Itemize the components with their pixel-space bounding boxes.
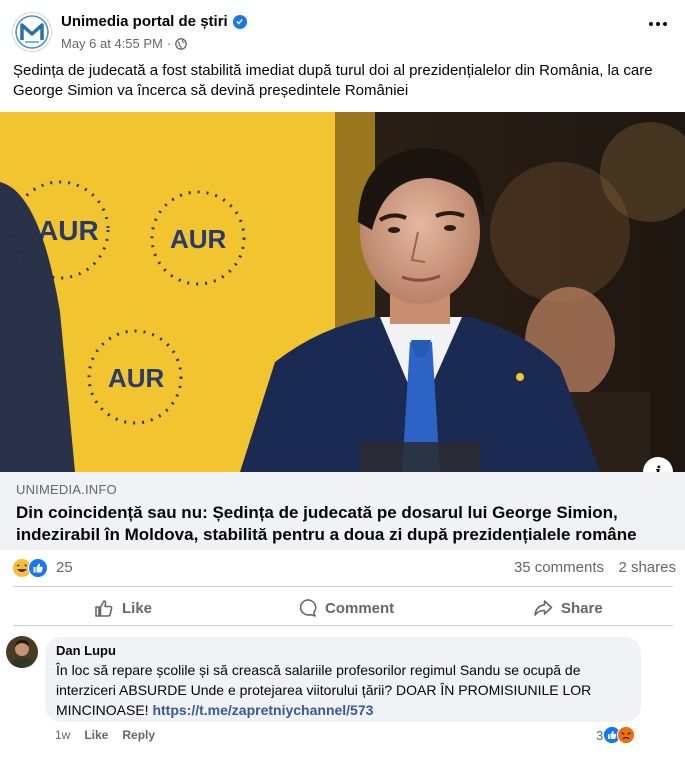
comment-like-button[interactable]: Like: [84, 728, 108, 742]
page-name-text[interactable]: Unimedia portal de știri: [61, 13, 228, 30]
page-avatar[interactable]: [12, 12, 52, 52]
photo-illustration: AUR AUR AUR: [0, 112, 685, 472]
comment-reply-button[interactable]: Reply: [122, 728, 155, 742]
comment-author[interactable]: Dan Lupu: [56, 643, 630, 658]
post-stats: 25 35 comments 2 shares: [0, 552, 685, 582]
comment-age[interactable]: 1w: [55, 728, 70, 742]
shares-count[interactable]: 2 shares: [618, 559, 676, 576]
comment-bubble: Dan Lupu În loc să repare școlile și să …: [45, 637, 641, 722]
link-title[interactable]: Din coincidență sau nu: Ședința de judec…: [16, 502, 666, 546]
banner-text-1: AUR: [38, 215, 99, 246]
share-icon: [534, 600, 553, 616]
page-name[interactable]: Unimedia portal de știri: [61, 13, 247, 30]
banner-text-2: AUR: [170, 224, 227, 254]
post-meta: May 6 at 4:55 PM ·: [61, 36, 188, 51]
post-actions: Like Comment Share: [0, 588, 685, 624]
reaction-icons[interactable]: [12, 558, 48, 578]
comment-button[interactable]: Comment: [297, 592, 394, 624]
comment-actions: 1w Like Reply: [55, 728, 155, 742]
reaction-count[interactable]: 25: [56, 559, 73, 576]
comment-reaction-count: 3: [596, 727, 604, 743]
angry-reaction-icon: [617, 726, 636, 744]
divider: [13, 586, 673, 587]
link-preview[interactable]: UNIMEDIA.INFO Din coincidență sau nu: Șe…: [0, 472, 685, 550]
comments-count[interactable]: 35 comments: [514, 559, 604, 576]
commenter-avatar[interactable]: [6, 636, 38, 668]
link-domain: UNIMEDIA.INFO: [16, 482, 117, 497]
comment-icon: [299, 599, 317, 617]
share-label[interactable]: Share: [561, 600, 603, 617]
comment-text: În loc să repare școlile și să crească s…: [56, 660, 630, 720]
share-button[interactable]: Share: [533, 592, 603, 624]
post-text: Ședința de judecată a fost stabilită ime…: [13, 62, 653, 99]
thumbs-up-icon: [95, 600, 113, 617]
like-label[interactable]: Like: [122, 600, 152, 617]
unimedia-logo-icon: [15, 15, 49, 49]
post-image[interactable]: AUR AUR AUR i: [0, 112, 685, 472]
meta-separator: ·: [166, 36, 172, 51]
more-options-icon[interactable]: [649, 22, 667, 26]
post-header: Unimedia portal de știri May 6 at 4:55 P…: [0, 0, 685, 60]
comment-reactions[interactable]: 3: [596, 726, 636, 744]
comment-label[interactable]: Comment: [325, 600, 394, 617]
banner-text-3: AUR: [108, 363, 165, 393]
globe-icon: [175, 37, 188, 50]
like-reaction-icon: [28, 558, 48, 578]
avatar-photo: [6, 636, 38, 668]
verified-badge-icon: [232, 14, 247, 29]
comment-link[interactable]: https://t.me/zapretniychannel/573: [152, 702, 373, 718]
divider: [13, 625, 673, 626]
post-timestamp[interactable]: May 6 at 4:55 PM: [61, 36, 163, 51]
like-button[interactable]: Like: [94, 592, 152, 624]
